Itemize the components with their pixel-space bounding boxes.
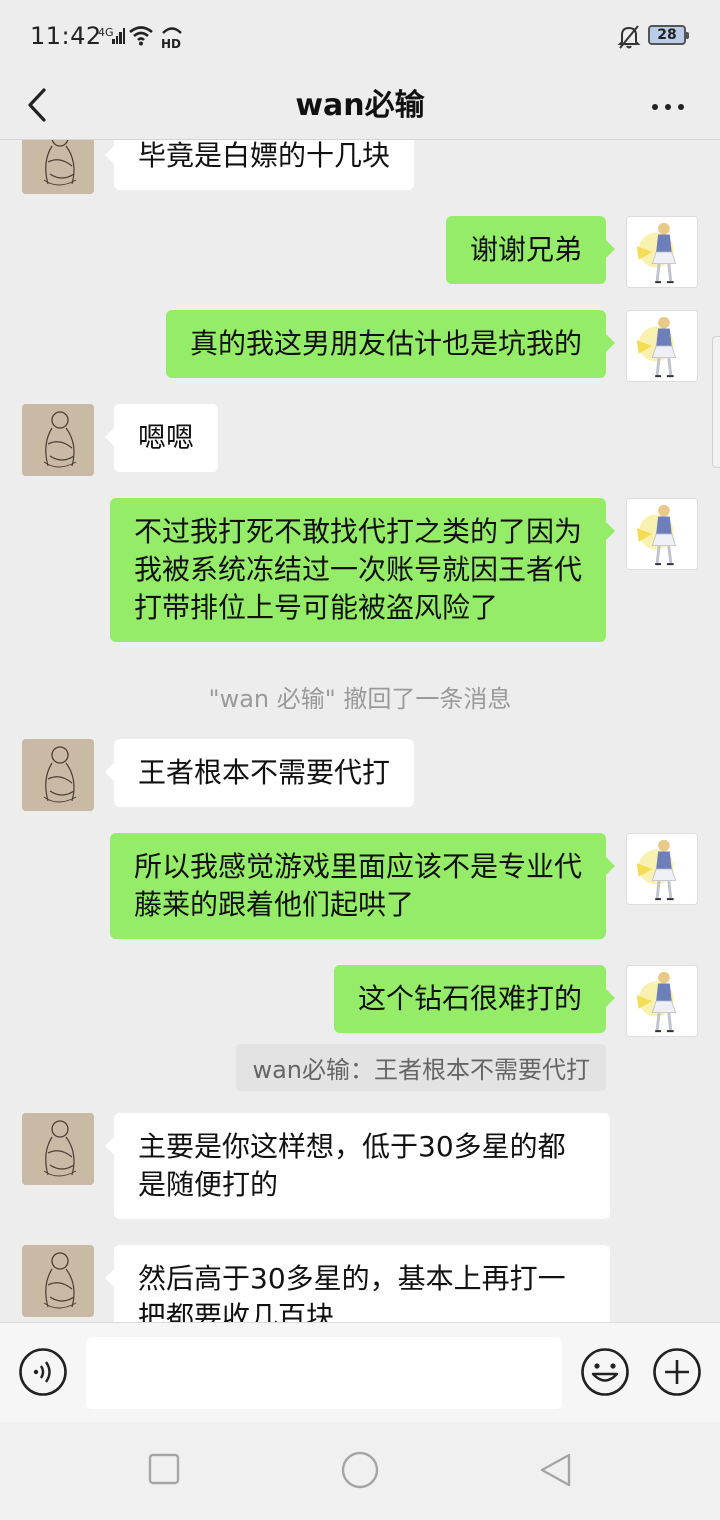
more-dots-icon[interactable] bbox=[648, 92, 688, 122]
side-scroll-handle[interactable] bbox=[712, 336, 720, 468]
message-input-bar bbox=[0, 1322, 720, 1423]
incoming-message[interactable]: 毕竟是白嫖的十几块 bbox=[104, 140, 415, 190]
contact-avatar[interactable] bbox=[22, 739, 94, 811]
my-avatar[interactable] bbox=[626, 498, 698, 570]
outgoing-message[interactable]: 谢谢兄弟 bbox=[445, 216, 616, 284]
plus-icon[interactable] bbox=[652, 1347, 702, 1397]
my-avatar[interactable] bbox=[626, 965, 698, 1037]
contact-avatar[interactable] bbox=[22, 1245, 94, 1317]
incoming-message[interactable]: 王者根本不需要代打 bbox=[104, 739, 415, 807]
message-input[interactable] bbox=[86, 1337, 562, 1409]
voice-icon[interactable] bbox=[18, 1347, 68, 1397]
outgoing-message[interactable]: 不过我打死不敢找代打之类的了因为我被系统冻结过一次账号就因王者代打带排位上号可能… bbox=[110, 498, 615, 642]
chat-title: wan必输 bbox=[295, 88, 425, 123]
status-bar: 11:42 4G HD 28 bbox=[0, 0, 720, 72]
signal-icon bbox=[112, 28, 125, 44]
chat-message-list[interactable]: 毕竟是白嫖的十几块 谢谢兄弟 真的我这男朋友估计也是坑我的 嗯嗯 不过我打死不敢… bbox=[0, 140, 720, 1322]
emoji-icon[interactable] bbox=[580, 1347, 630, 1397]
triangle-back-nav-icon[interactable] bbox=[538, 1452, 574, 1488]
contact-avatar[interactable] bbox=[22, 404, 94, 476]
outgoing-message[interactable]: 所以我感觉游戏里面应该不是专业代藤莱的跟着他们起哄了 bbox=[110, 833, 615, 939]
outgoing-message[interactable]: 这个钻石很难打的 bbox=[333, 965, 616, 1033]
square-nav-icon[interactable] bbox=[147, 1452, 181, 1486]
recall-notice: "wan 必输" 撤回了一条消息 bbox=[208, 685, 512, 713]
status-time: 11:42 bbox=[30, 22, 102, 50]
incoming-message[interactable]: 然后高于30多星的，基本上再打一把都要收几百块 bbox=[105, 1245, 610, 1322]
contact-avatar[interactable] bbox=[22, 140, 94, 194]
battery-indicator: 28 bbox=[648, 25, 689, 45]
mute-bell-icon bbox=[617, 25, 641, 49]
hd-call-icon: HD bbox=[161, 27, 182, 50]
wifi-icon bbox=[129, 26, 153, 46]
my-avatar[interactable] bbox=[626, 310, 698, 382]
my-avatar[interactable] bbox=[626, 216, 698, 288]
incoming-message[interactable]: 嗯嗯 bbox=[104, 404, 219, 472]
chat-header: wan必输 bbox=[0, 72, 720, 140]
hd-label: HD bbox=[161, 37, 181, 50]
outgoing-message[interactable]: 真的我这男朋友估计也是坑我的 bbox=[165, 310, 616, 378]
my-avatar[interactable] bbox=[626, 833, 698, 905]
quoted-message[interactable]: wan必输：王者根本不需要代打 bbox=[236, 1044, 606, 1091]
system-nav-bar bbox=[0, 1422, 720, 1520]
incoming-message[interactable]: 主要是你这样想，低于30多星的都是随便打的 bbox=[105, 1113, 610, 1219]
contact-avatar[interactable] bbox=[22, 1113, 94, 1185]
circle-nav-icon[interactable] bbox=[340, 1450, 380, 1490]
